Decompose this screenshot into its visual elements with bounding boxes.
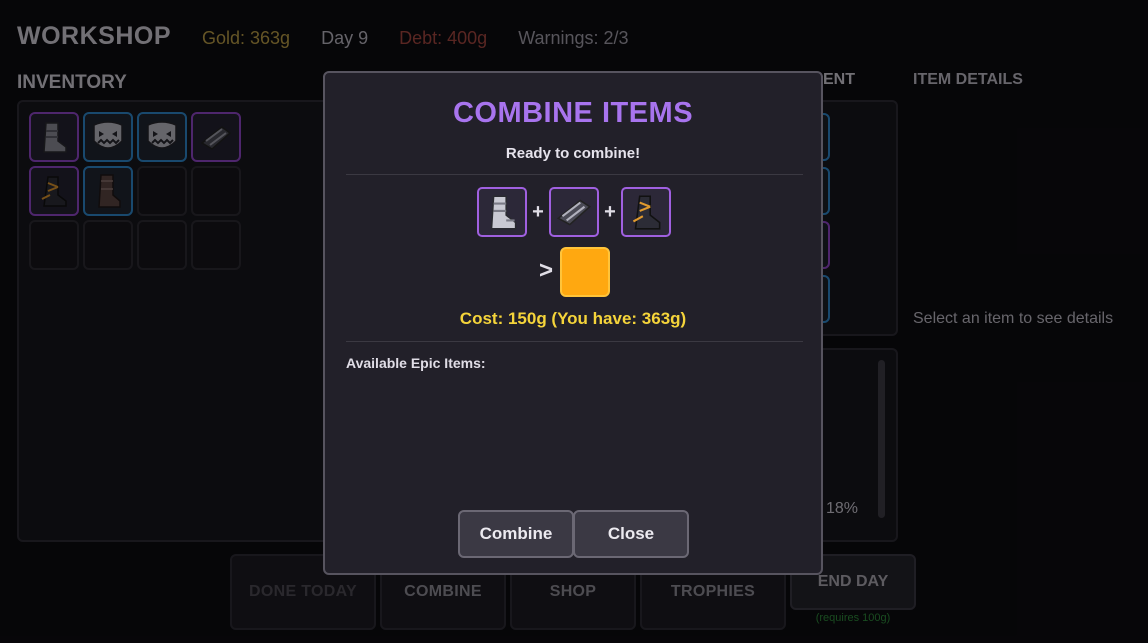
combine-result-slot [560, 247, 610, 297]
combine-inputs: + + [477, 187, 671, 237]
combine-status: Ready to combine! [505, 145, 641, 162]
combine-modal: COMBINE ITEMS Ready to combine! + + > Co… [323, 71, 823, 575]
combine-input-slot[interactable] [477, 187, 527, 237]
combine-input-slot[interactable] [549, 187, 599, 237]
combine-input-slot[interactable] [621, 187, 671, 237]
plus-sign: + [604, 200, 616, 223]
available-epic-label: Available Epic Items: [346, 355, 486, 371]
combine-cost: Cost: 150g (You have: 363g) [459, 309, 687, 328]
plus-sign: + [532, 200, 544, 223]
combine-button[interactable]: Combine [458, 510, 574, 558]
divider [346, 341, 803, 342]
divider [346, 174, 803, 175]
gold-trim-boot-icon [632, 195, 661, 230]
close-button[interactable]: Close [573, 510, 689, 558]
modal-title: COMBINE ITEMS [452, 97, 694, 129]
plate-boot-icon [490, 195, 517, 230]
result-arrow: > [539, 257, 554, 284]
gauntlet-icon [556, 199, 592, 226]
